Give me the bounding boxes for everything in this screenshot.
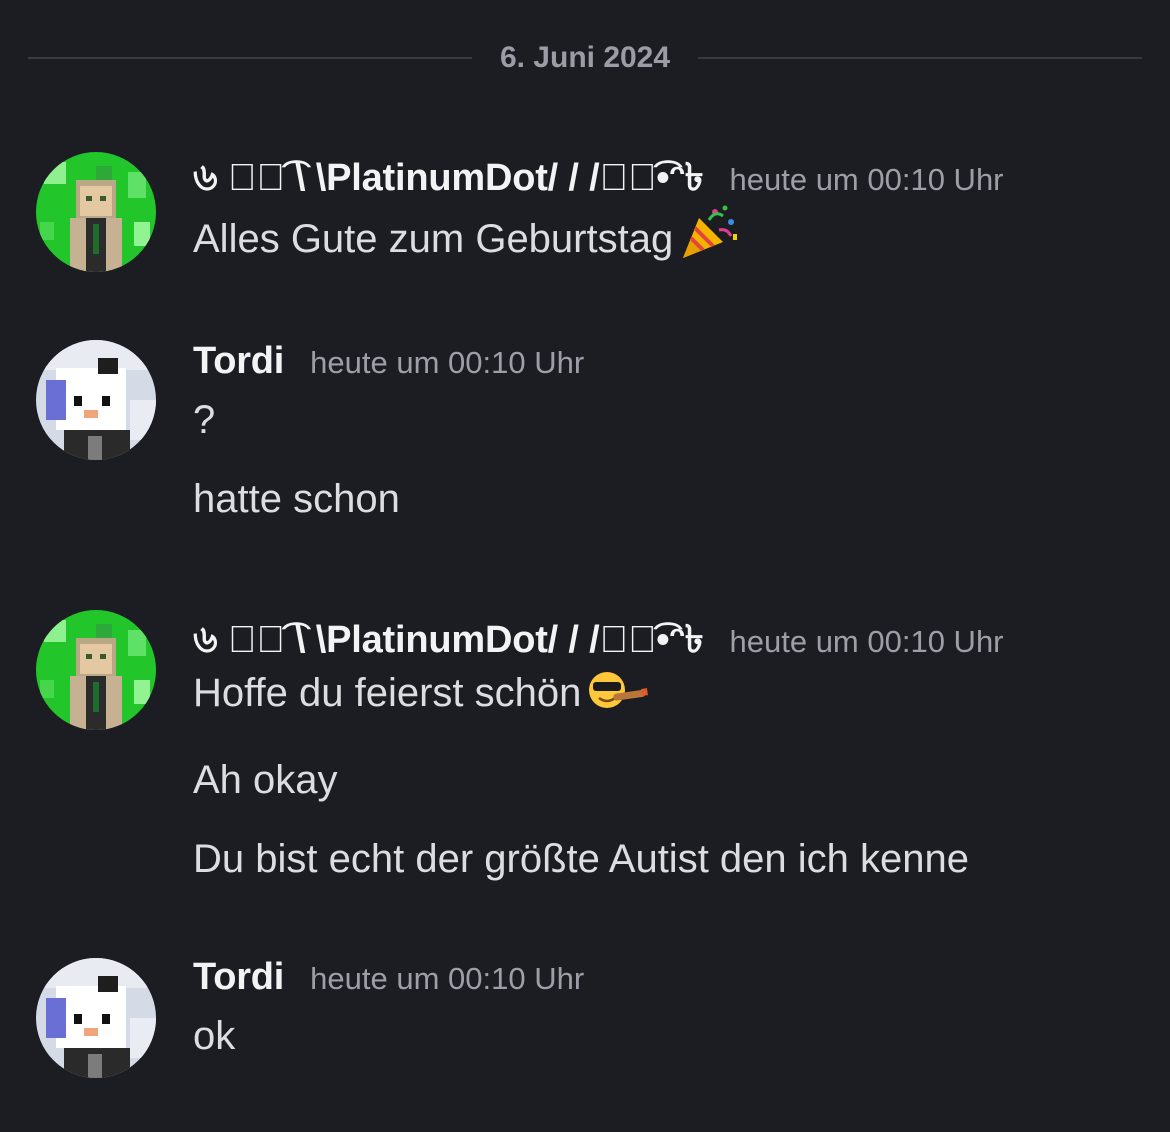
message-header: Tordi heute um 00:10 Uhr [193, 340, 1150, 396]
message-text: ok [193, 1014, 236, 1058]
platinum-avatar-image [36, 152, 156, 272]
cool-face-with-cigar-icon [587, 666, 651, 725]
divider-line [28, 57, 472, 59]
message-header: Tordi heute um 00:10 Uhr [193, 956, 1150, 1012]
timestamp[interactable]: heute um 00:10 Uhr [310, 961, 584, 997]
message-text: ? [193, 398, 216, 442]
party-popper-icon [679, 204, 739, 271]
avatar[interactable] [36, 152, 156, 272]
message-text: Du bist echt der größte Autist den ich k… [193, 837, 969, 881]
avatar[interactable] [36, 340, 156, 460]
divider-date: 6. Juni 2024 [499, 41, 671, 74]
timestamp[interactable]: heute um 00:10 Uhr [730, 624, 1004, 660]
username[interactable]: ৬ ⵉ⃘͡ \ \PlatinumDot/ / /ⵉ⃘͡•ᵔ৳ [193, 610, 704, 674]
avatar[interactable] [36, 958, 156, 1078]
message-text: Alles Gute zum Geburtstag [193, 204, 1150, 271]
message-text: Hoffe du feierst schön [193, 666, 1150, 725]
message-text: hatte schon [193, 477, 400, 521]
message-header: ৬ ⵉ⃘͡ \ \PlatinumDot/ / /ⵉ⃘͡•ᵔ৳ heute um… [193, 610, 1150, 666]
divider-line [698, 57, 1143, 59]
message-text-body: Alles Gute zum Geburtstag [193, 217, 674, 261]
message-text: Ah okay [193, 758, 338, 802]
avatar[interactable] [36, 610, 156, 730]
username[interactable]: Tordi [193, 956, 284, 999]
message-header: ৬ ⵉ⃘͡ \ \PlatinumDot/ / /ⵉ⃘͡•ᵔ৳ heute um… [193, 148, 1150, 204]
tordi-avatar-image [36, 958, 156, 1078]
timestamp[interactable]: heute um 00:10 Uhr [310, 345, 584, 381]
chat-view: 6. Juni 2024 ৬ ⵉ⃘͡ \ \PlatinumDot/ / /ⵉ⃘… [0, 0, 1170, 1132]
timestamp[interactable]: heute um 00:10 Uhr [730, 162, 1004, 198]
message-content: Tordi heute um 00:10 Uhr ? hatte schon [193, 340, 1150, 523]
message-content: ৬ ⵉ⃘͡ \ \PlatinumDot/ / /ⵉ⃘͡•ᵔ৳ heute um… [193, 148, 1150, 271]
platinum-avatar-image [36, 610, 156, 730]
message-content: Tordi heute um 00:10 Uhr ok [193, 956, 1150, 1060]
message-content: ৬ ⵉ⃘͡ \ \PlatinumDot/ / /ⵉ⃘͡•ᵔ৳ heute um… [193, 610, 1150, 883]
message-text-body: Hoffe du feierst schön [193, 671, 582, 715]
date-divider: 6. Juni 2024 [28, 36, 1143, 80]
username[interactable]: ৬ ⵉ⃘͡ \ \PlatinumDot/ / /ⵉ⃘͡•ᵔ৳ [193, 148, 704, 212]
username[interactable]: Tordi [193, 340, 284, 383]
tordi-avatar-image [36, 340, 156, 460]
